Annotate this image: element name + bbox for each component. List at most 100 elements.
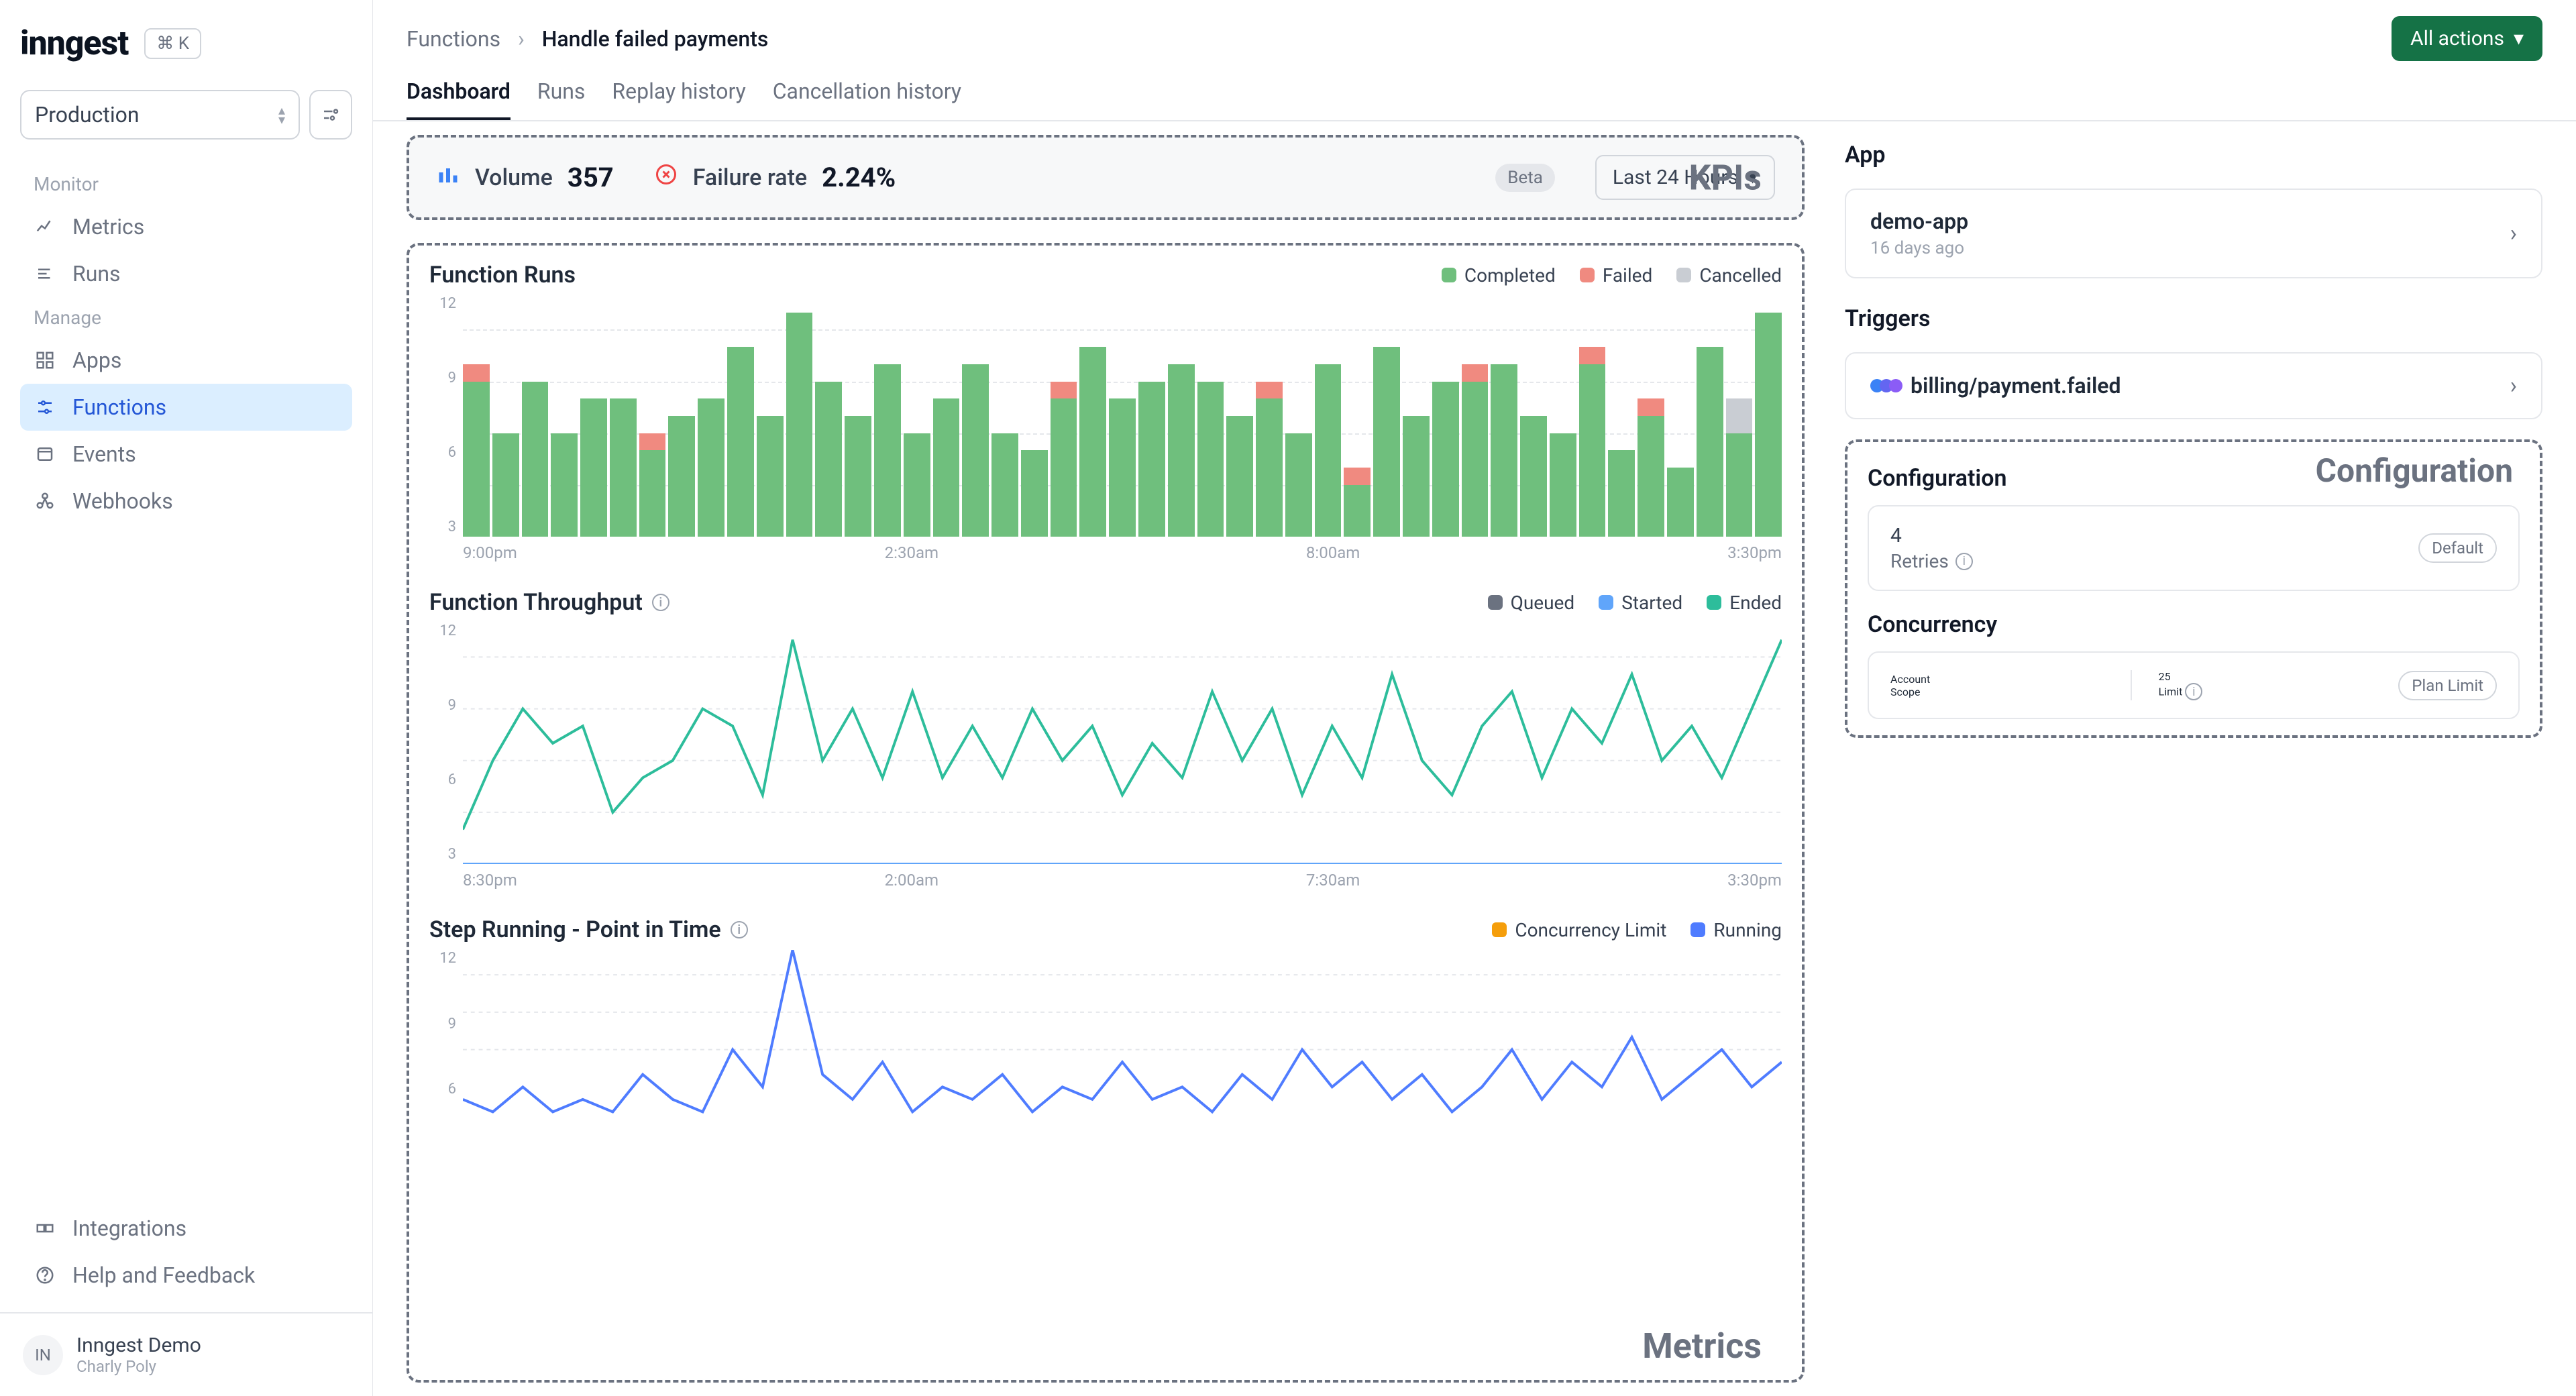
bar[interactable]: [1550, 433, 1576, 537]
trigger-name: billing/payment.failed: [1911, 373, 2121, 398]
app-name: demo-app: [1870, 209, 1968, 234]
bar[interactable]: [1021, 450, 1048, 537]
bar[interactable]: [1579, 347, 1606, 537]
chevron-down-icon: ▾: [2514, 27, 2524, 50]
sidebar-item-help[interactable]: Help and Feedback: [20, 1252, 352, 1299]
legend-item: Failed: [1580, 264, 1653, 286]
info-icon[interactable]: i: [731, 921, 748, 938]
bar[interactable]: [1491, 364, 1517, 537]
bar[interactable]: [551, 433, 578, 537]
metrics-panel: Metrics Function Runs CompletedFailedCan…: [407, 243, 1805, 1383]
user-org-name: Inngest Demo: [76, 1334, 201, 1357]
info-icon[interactable]: i: [652, 594, 669, 611]
sidebar-item-functions[interactable]: Functions: [20, 384, 352, 431]
command-k-shortcut[interactable]: ⌘ K: [144, 28, 201, 59]
environment-settings-button[interactable]: [309, 90, 352, 140]
legend-item: Cancelled: [1676, 264, 1782, 286]
tabs: Dashboard Runs Replay history Cancellation …: [373, 61, 2576, 121]
app-card[interactable]: demo-app 16 days ago ›: [1845, 189, 2542, 278]
bar[interactable]: [1285, 433, 1312, 537]
bar[interactable]: [668, 416, 695, 537]
bar[interactable]: [1726, 398, 1753, 537]
breadcrumb: Functions › Handle failed payments: [407, 26, 768, 52]
bar[interactable]: [874, 364, 901, 537]
bar[interactable]: [1608, 450, 1635, 537]
tab-dashboard[interactable]: Dashboard: [407, 78, 511, 120]
integrations-icon: [34, 1217, 56, 1240]
legend-item: Running: [1690, 919, 1782, 941]
app-age: 16 days ago: [1870, 238, 1968, 258]
all-actions-button[interactable]: All actions ▾: [2392, 16, 2542, 61]
bar[interactable]: [1373, 347, 1400, 537]
logo: inngest: [20, 24, 128, 63]
tab-runs[interactable]: Runs: [537, 78, 586, 120]
bar[interactable]: [1697, 347, 1723, 537]
bar[interactable]: [580, 398, 607, 537]
bar[interactable]: [1638, 398, 1664, 537]
bar[interactable]: [757, 416, 784, 537]
sidebar-item-runs[interactable]: Runs: [20, 250, 352, 297]
bar[interactable]: [1197, 382, 1224, 537]
bar[interactable]: [1226, 416, 1253, 537]
legend-item: Concurrency Limit: [1492, 919, 1666, 941]
bar[interactable]: [1315, 364, 1342, 537]
bar[interactable]: [845, 416, 871, 537]
bar[interactable]: [1403, 416, 1430, 537]
bar[interactable]: [522, 382, 549, 537]
avatar: IN: [23, 1335, 63, 1375]
bar[interactable]: [727, 347, 754, 537]
bar[interactable]: [639, 433, 666, 537]
bar[interactable]: [1755, 313, 1782, 537]
bar-chart-icon: [436, 162, 460, 193]
bar[interactable]: [1138, 382, 1165, 537]
concurrency-card[interactable]: Account Scope 25 Limit i Plan Limit: [1868, 651, 2520, 719]
bar[interactable]: [1344, 468, 1371, 537]
section-triggers-title: Triggers: [1845, 305, 2542, 332]
bar[interactable]: [1432, 382, 1459, 537]
environment-select[interactable]: Production ▴▾: [20, 90, 300, 140]
bar[interactable]: [463, 364, 490, 537]
chart-function-runs: Function Runs CompletedFailedCancelled 1…: [429, 262, 1782, 562]
configuration-panel: Configuration Configuration 4 Retries i …: [1845, 439, 2542, 738]
bar[interactable]: [815, 382, 842, 537]
bar[interactable]: [904, 433, 930, 537]
bar[interactable]: [698, 398, 724, 537]
bar[interactable]: [1051, 382, 1077, 537]
bar[interactable]: [786, 313, 813, 537]
sidebar-item-apps[interactable]: Apps: [20, 337, 352, 384]
sidebar-item-events[interactable]: Events: [20, 431, 352, 478]
tab-cancellation-history[interactable]: Cancellation history: [773, 78, 961, 120]
tab-replay-history[interactable]: Replay history: [612, 78, 745, 120]
info-icon[interactable]: i: [1955, 553, 1973, 570]
bar[interactable]: [962, 364, 989, 537]
sidebar-item-integrations[interactable]: Integrations: [20, 1205, 352, 1252]
bar[interactable]: [933, 398, 960, 537]
sidebar-item-metrics[interactable]: Metrics: [20, 203, 352, 250]
bar[interactable]: [1168, 364, 1195, 537]
bar[interactable]: [1079, 347, 1106, 537]
user-menu[interactable]: IN Inngest Demo Charly Poly: [20, 1327, 352, 1383]
bar[interactable]: [1520, 416, 1547, 537]
bar[interactable]: [1256, 382, 1283, 537]
chart-step-running: Step Running - Point in Time i Concurren…: [429, 916, 1782, 1124]
bar[interactable]: [610, 398, 637, 537]
series-ended: [463, 640, 1782, 830]
info-icon[interactable]: i: [2185, 683, 2202, 700]
runs-icon: [34, 262, 56, 285]
breadcrumb-root[interactable]: Functions: [407, 26, 500, 52]
functions-icon: [34, 396, 56, 419]
sidebar-item-webhooks[interactable]: Webhooks: [20, 478, 352, 525]
trigger-card[interactable]: billing/payment.failed ›: [1845, 352, 2542, 419]
annotation-config: Configuration: [2316, 451, 2513, 490]
default-badge: Default: [2418, 533, 2497, 563]
legend-item: Started: [1599, 592, 1682, 614]
bar[interactable]: [991, 433, 1018, 537]
chevron-updown-icon: ▴▾: [278, 105, 285, 124]
bar[interactable]: [492, 433, 519, 537]
bar[interactable]: [1667, 468, 1694, 537]
help-icon: [34, 1264, 56, 1287]
retries-card[interactable]: 4 Retries i Default: [1868, 505, 2520, 591]
bar[interactable]: [1462, 364, 1489, 537]
bar[interactable]: [1109, 398, 1136, 537]
sidebar: inngest ⌘ K Production ▴▾ MonitorMetrics…: [0, 0, 373, 1396]
